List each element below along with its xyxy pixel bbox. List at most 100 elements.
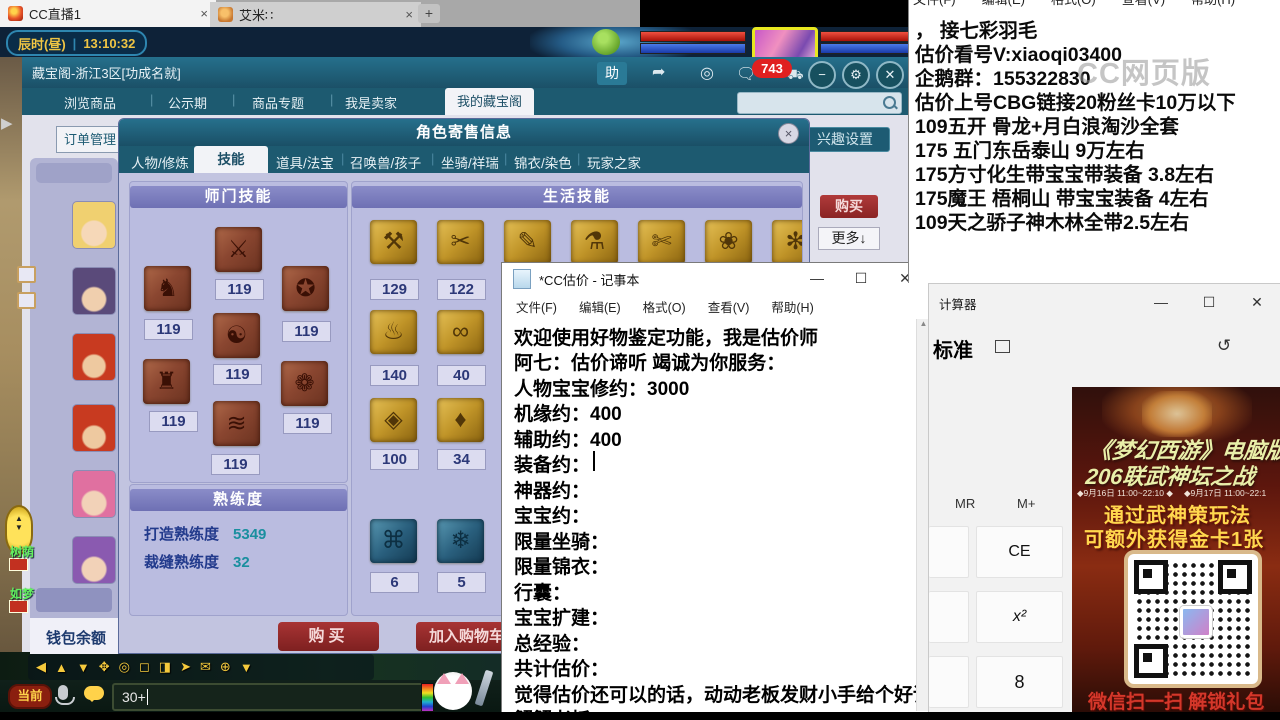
toolbar-left-icon[interactable]: ◀ [36, 659, 46, 675]
life-skill-icon[interactable]: ⚗ [571, 220, 618, 264]
character-avatar[interactable] [72, 201, 116, 249]
buy-button[interactable]: 购买 [278, 622, 379, 651]
character-avatar[interactable] [72, 470, 116, 518]
toolbar-up-icon[interactable]: ▲ [55, 660, 68, 675]
browser-tab-aimi[interactable]: 艾米∷ × [210, 2, 421, 27]
tab-outfits[interactable]: 锦衣/染色 [514, 152, 572, 172]
menu-file[interactable]: 文件(F) [516, 297, 557, 316]
browser-tab-cc-live[interactable]: CC直播1 × [0, 0, 216, 27]
toolbar-plus-icon[interactable]: ⊕ [220, 659, 231, 675]
toolbar-panel-icon[interactable]: ◨ [159, 659, 171, 675]
ring-icon[interactable]: ◎ [700, 63, 714, 83]
square-button[interactable]: x² [976, 591, 1063, 643]
menu-edit[interactable]: 编辑(E) [579, 297, 621, 316]
character-avatar[interactable] [72, 333, 116, 381]
side-more-button[interactable]: 更多↓ [818, 227, 880, 250]
sidebar-collapse-icon[interactable]: ▶ [1, 114, 13, 132]
menu-view[interactable]: 查看(V) [708, 297, 750, 316]
color-bar[interactable] [421, 683, 434, 712]
settings-button[interactable]: ⚙ [842, 61, 870, 89]
character-avatar[interactable] [72, 536, 116, 584]
minimize-button[interactable]: — [1141, 290, 1181, 316]
life-skill-icon[interactable]: ❀ [705, 220, 752, 264]
sect-skill-icon[interactable]: ♜ [143, 359, 190, 404]
sect-skill-icon[interactable]: ✪ [282, 266, 329, 311]
maximize-button[interactable]: ☐ [1189, 290, 1229, 316]
menu-help[interactable]: 帮助(H) [771, 297, 813, 316]
menu-format[interactable]: 格式(O) [1051, 0, 1096, 8]
toolbar-frame-icon[interactable]: ◻ [139, 659, 150, 675]
life-skill-icon[interactable]: ✄ [638, 220, 685, 264]
order-manage-button[interactable]: 订单管理 [56, 126, 127, 153]
digit-8-button[interactable]: 8 [976, 656, 1063, 708]
life-skill-icon[interactable]: ✻ [772, 220, 802, 264]
chat-bubble-icon[interactable] [84, 686, 104, 702]
toolbar-move-icon[interactable]: ✥ [99, 659, 110, 675]
close-icon[interactable]: × [200, 6, 208, 21]
life-skill-icon[interactable]: ♦ [437, 398, 484, 442]
chat-input[interactable]: 30+​ [112, 683, 427, 711]
sect-skill-icon[interactable]: ≋ [213, 401, 260, 446]
minimize-button[interactable]: — [795, 263, 839, 293]
dialog-close-icon[interactable]: × [778, 123, 799, 144]
life-skill-icon[interactable]: ∞ [437, 310, 484, 354]
plot-skill-icon[interactable]: ⌘ [370, 519, 417, 563]
help-button[interactable]: 助 [597, 62, 627, 85]
nav-public[interactable]: 公示期 [168, 93, 207, 112]
nav-seller[interactable]: 我是卖家 [345, 93, 397, 112]
interest-settings-button[interactable]: 兴趣设置 [800, 127, 890, 152]
life-skill-icon[interactable]: ⚒ [370, 220, 417, 264]
sect-skill-icon[interactable]: ☯ [213, 313, 260, 358]
memory-recall-button[interactable]: MR [955, 496, 975, 511]
close-button[interactable]: ✕ [1237, 290, 1277, 316]
calc-button[interactable] [929, 656, 969, 708]
character-avatar[interactable] [72, 267, 116, 315]
life-skill-icon[interactable]: ♨ [370, 310, 417, 354]
history-icon[interactable]: ↺ [1217, 336, 1231, 356]
maximize-button[interactable]: ☐ [839, 263, 883, 293]
sect-skill-icon[interactable]: ⚔ [215, 227, 262, 272]
tab-pets[interactable]: 召唤兽/孩子 [350, 152, 421, 172]
close-icon[interactable]: × [405, 7, 413, 22]
calc-button[interactable] [929, 526, 969, 578]
toolbar-mail-icon[interactable]: ✉ [200, 659, 211, 675]
share-icon[interactable]: ➦ [652, 62, 665, 82]
menu-file[interactable]: 文件(F) [913, 0, 956, 8]
tab-home[interactable]: 玩家之家 [587, 152, 641, 172]
calculator-mode-label[interactable]: 标准 [933, 334, 973, 363]
toolbar-zoom-icon[interactable]: ◎ [119, 659, 130, 675]
life-skill-icon[interactable]: ◈ [370, 398, 417, 442]
tab-character[interactable]: 人物/修炼 [131, 152, 189, 172]
tab-mounts[interactable]: 坐骑/祥瑞 [441, 152, 499, 172]
nav-browse[interactable]: 浏览商品 [64, 93, 116, 112]
nav-my-cbg[interactable]: 我的藏宝阁 [445, 88, 534, 115]
nav-topics[interactable]: 商品专题 [252, 93, 304, 112]
menu-help[interactable]: 帮助(H) [1191, 0, 1235, 8]
toolbar-down-icon[interactable]: ▼ [77, 660, 90, 675]
mic-icon[interactable] [55, 685, 75, 705]
close-window-button[interactable]: ✕ [876, 61, 904, 89]
toolbar-expand-icon[interactable]: ▼ [240, 660, 253, 675]
sect-skill-icon[interactable]: ❁ [281, 361, 328, 406]
minimize-button[interactable]: − [808, 61, 836, 89]
memory-add-button[interactable]: M+ [1017, 496, 1035, 511]
tab-items[interactable]: 道具/法宝 [276, 152, 334, 172]
clear-entry-button[interactable]: CE [976, 526, 1063, 578]
plot-skill-icon[interactable]: ❄ [437, 519, 484, 563]
search-input[interactable] [737, 92, 902, 114]
party-avatar[interactable] [592, 29, 620, 55]
menu-format[interactable]: 格式(O) [643, 297, 686, 316]
scroll-up-icon[interactable]: ▲ [920, 319, 928, 328]
menu-view[interactable]: 查看(V) [1122, 0, 1165, 8]
calc-button[interactable] [929, 591, 969, 643]
life-skill-icon[interactable]: ✎ [504, 220, 551, 264]
toolbar-send-icon[interactable]: ➤ [180, 659, 191, 675]
chat-channel-button[interactable]: 当前 [8, 684, 52, 709]
sect-skill-icon[interactable]: ♞ [144, 266, 191, 311]
character-avatar[interactable] [72, 404, 116, 452]
new-tab-button[interactable]: + [418, 4, 440, 23]
menu-edit[interactable]: 编辑(E) [982, 0, 1025, 8]
life-skill-icon[interactable]: ✂ [437, 220, 484, 264]
keep-on-top-icon[interactable] [995, 340, 1010, 353]
tab-skills[interactable]: 技能 [194, 146, 268, 173]
